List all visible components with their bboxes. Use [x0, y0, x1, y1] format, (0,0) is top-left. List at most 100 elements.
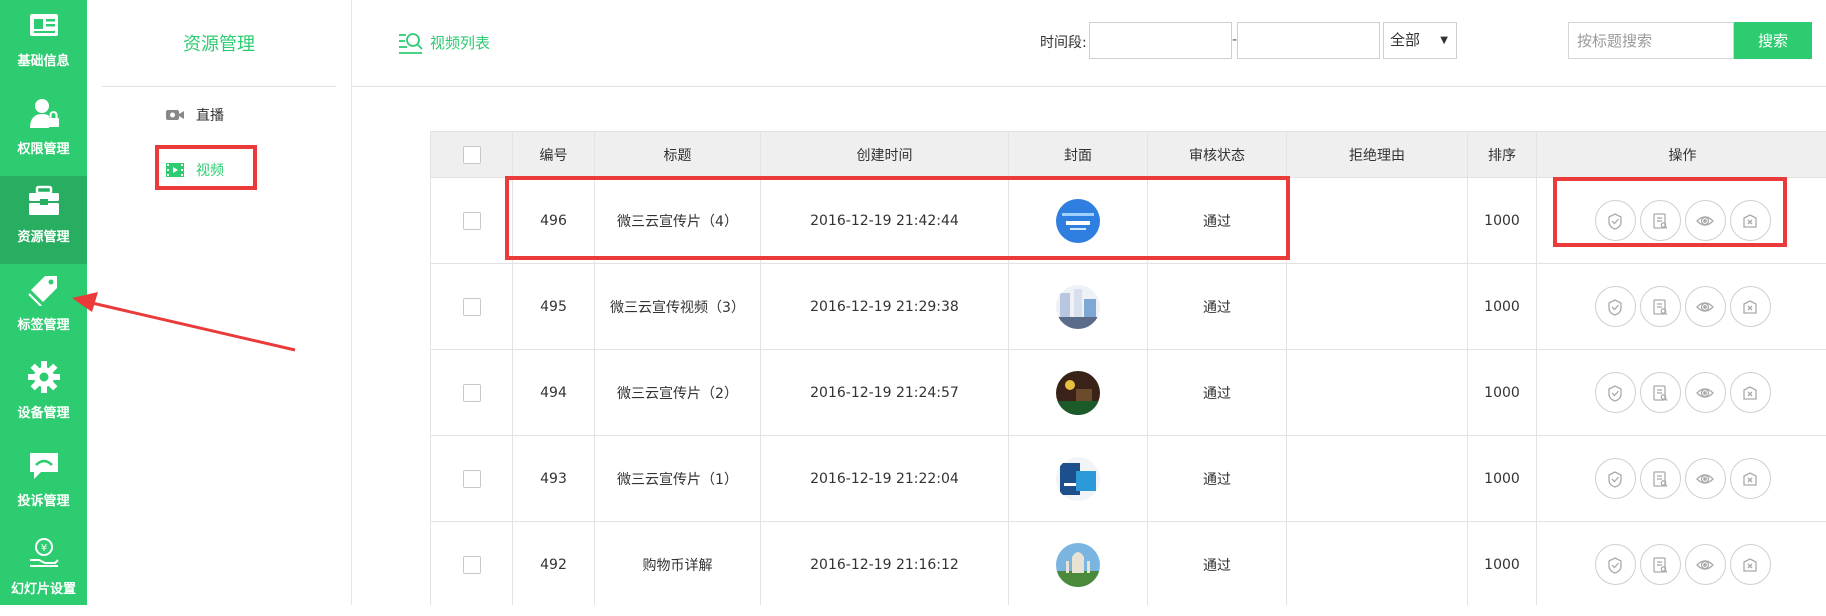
cell-cover [1009, 522, 1148, 606]
approve-button[interactable] [1595, 372, 1636, 413]
main-nav: 基础信息 权限管理 资源管理 标签管理 设备管理 投诉管理 ¥ 幻灯片设置 [0, 0, 87, 605]
cell-id: 495 [513, 264, 595, 350]
reject-icon [1740, 555, 1760, 575]
view-eye-button[interactable] [1685, 286, 1726, 327]
cell-cover [1009, 350, 1148, 436]
approve-icon [1605, 383, 1625, 403]
nav-label: 基础信息 [0, 50, 87, 69]
cell-select [431, 264, 513, 350]
view-eye-button[interactable] [1685, 544, 1726, 585]
cover-thumbnail[interactable] [1056, 285, 1100, 329]
cell-status: 通过 [1148, 350, 1287, 436]
nav-item-tags[interactable]: 标签管理 [0, 264, 87, 352]
edit-doc-button[interactable] [1640, 200, 1681, 241]
cell-title: 微三云宣传片（1） [595, 436, 761, 522]
cover-thumbnail[interactable] [1056, 199, 1100, 243]
table-row: 496微三云宣传片（4）2016-12-19 21:42:44通过1000 [431, 178, 1826, 264]
edit-doc-button[interactable] [1640, 286, 1681, 327]
edit-doc-icon [1650, 383, 1670, 403]
approve-button[interactable] [1595, 544, 1636, 585]
view-eye-icon [1695, 383, 1715, 403]
edit-doc-icon [1650, 211, 1670, 231]
cell-created: 2016-12-19 21:16:12 [761, 522, 1009, 606]
cell-operations [1537, 350, 1826, 436]
date-start-input[interactable] [1089, 22, 1232, 59]
nav-item-slides[interactable]: ¥ 幻灯片设置 [0, 528, 87, 616]
cell-id: 494 [513, 350, 595, 436]
approve-icon [1605, 211, 1625, 231]
cell-sort: 1000 [1468, 178, 1537, 264]
cell-operations [1537, 522, 1826, 606]
cell-id: 492 [513, 522, 595, 606]
subnav-item-video[interactable]: 视频 [165, 159, 224, 181]
row-checkbox[interactable] [463, 470, 481, 488]
search-button[interactable]: 搜索 [1734, 22, 1812, 59]
divider [102, 86, 336, 87]
select-all-checkbox[interactable] [463, 146, 481, 164]
column-header: 拒绝理由 [1287, 132, 1468, 178]
nav-item-complaints[interactable]: 投诉管理 [0, 440, 87, 528]
view-eye-button[interactable] [1685, 458, 1726, 499]
operation-buttons [1538, 286, 1826, 327]
status-select[interactable]: 全部 ▼ [1383, 22, 1457, 59]
search-input[interactable] [1568, 22, 1734, 59]
edit-doc-button[interactable] [1640, 544, 1681, 585]
cell-created: 2016-12-19 21:29:38 [761, 264, 1009, 350]
reject-button[interactable] [1730, 286, 1771, 327]
approve-button[interactable] [1595, 286, 1636, 327]
cover-thumbnail[interactable] [1056, 457, 1100, 501]
row-checkbox[interactable] [463, 384, 481, 402]
cell-title: 微三云宣传视频（3） [595, 264, 761, 350]
cover-thumbnail[interactable] [1056, 371, 1100, 415]
svg-text:¥: ¥ [41, 543, 47, 554]
nav-item-devices[interactable]: 设备管理 [0, 352, 87, 440]
column-header: 审核状态 [1148, 132, 1287, 178]
cell-reason [1287, 178, 1468, 264]
subnav-label: 视频 [196, 160, 224, 180]
cell-operations [1537, 264, 1826, 350]
content-header: 视频列表 时间段: - 全部 ▼ 搜索 [352, 0, 1826, 87]
edit-doc-button[interactable] [1640, 458, 1681, 499]
reject-icon [1740, 211, 1760, 231]
approve-button[interactable] [1595, 200, 1636, 241]
cell-sort: 1000 [1468, 350, 1537, 436]
operation-buttons [1538, 200, 1826, 241]
reject-button[interactable] [1730, 544, 1771, 585]
nav-item-basic-info[interactable]: 基础信息 [0, 0, 87, 88]
view-eye-button[interactable] [1685, 372, 1726, 413]
approve-icon [1605, 297, 1625, 317]
table-header-row: 编号 标题 创建时间 封面 审核状态 拒绝理由 排序 操作 [431, 132, 1826, 178]
nav-item-resources[interactable]: 资源管理 [0, 176, 87, 264]
edit-doc-button[interactable] [1640, 372, 1681, 413]
subnav-item-live[interactable]: 直播 [165, 104, 224, 126]
view-eye-button[interactable] [1685, 200, 1726, 241]
cell-title: 购物币详解 [595, 522, 761, 606]
nav-label: 资源管理 [0, 226, 87, 245]
reject-button[interactable] [1730, 458, 1771, 499]
video-table: 编号 标题 创建时间 封面 审核状态 拒绝理由 排序 操作 496微三云宣传片（… [430, 131, 1826, 605]
column-header: 操作 [1537, 132, 1826, 178]
edit-doc-icon [1650, 469, 1670, 489]
sub-nav: 资源管理 直播 视频 [87, 0, 352, 605]
row-checkbox[interactable] [463, 298, 481, 316]
nav-item-permissions[interactable]: 权限管理 [0, 88, 87, 176]
cell-cover [1009, 436, 1148, 522]
cell-cover [1009, 178, 1148, 264]
cover-thumbnail[interactable] [1056, 543, 1100, 587]
subnav-title: 资源管理 [87, 30, 351, 56]
approve-button[interactable] [1595, 458, 1636, 499]
row-checkbox[interactable] [463, 212, 481, 230]
date-end-input[interactable] [1237, 22, 1380, 59]
subnav-label: 直播 [196, 105, 224, 125]
cell-reason [1287, 264, 1468, 350]
row-checkbox[interactable] [463, 556, 481, 574]
cell-select [431, 436, 513, 522]
reject-button[interactable] [1730, 372, 1771, 413]
table-row: 494微三云宣传片（2）2016-12-19 21:24:57通过1000 [431, 350, 1826, 436]
video-table-wrap: 编号 标题 创建时间 封面 审核状态 拒绝理由 排序 操作 496微三云宣传片（… [430, 131, 1826, 605]
nav-label: 标签管理 [0, 314, 87, 333]
operation-buttons [1538, 372, 1826, 413]
reject-button[interactable] [1730, 200, 1771, 241]
camera-icon [165, 107, 185, 123]
edit-doc-icon [1650, 555, 1670, 575]
